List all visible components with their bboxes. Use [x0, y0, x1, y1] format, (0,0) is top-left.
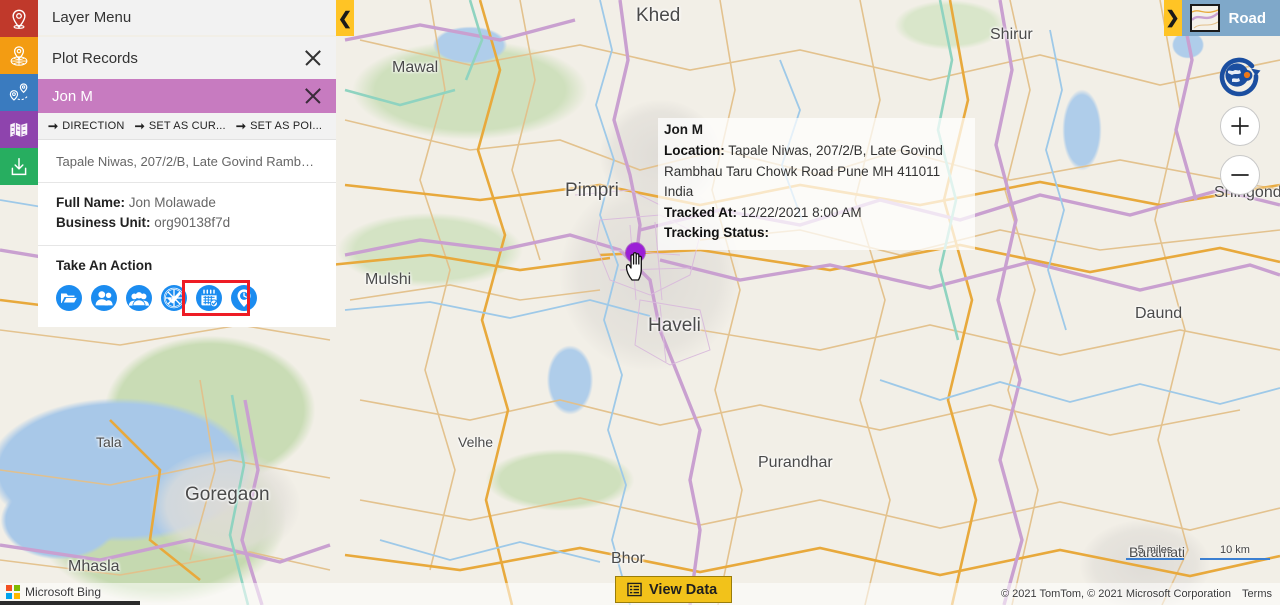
- zoom-in-button[interactable]: [1220, 106, 1260, 146]
- detail-full-name-value: Jon Molawade: [128, 195, 216, 210]
- map-label: Goregaon: [185, 484, 270, 505]
- sidebar-item-route[interactable]: [0, 74, 38, 111]
- detail-business-unit-label: Business Unit:: [56, 215, 151, 230]
- map-attribution: © 2021 TomTom, © 2021 Microsoft Corporat…: [1001, 588, 1272, 600]
- scale-line: [1200, 558, 1270, 560]
- layer-menu-label: Layer Menu: [52, 9, 132, 26]
- scale-item: 5 miles: [1126, 544, 1184, 560]
- map-style-current[interactable]: Road: [1181, 0, 1280, 36]
- direction-action-label: DIRECTION: [62, 120, 125, 132]
- close-plot-records-button[interactable]: [302, 47, 324, 69]
- sidebar-item-plot-location[interactable]: [0, 0, 38, 37]
- popup-tracked-at-label: Tracked At:: [664, 204, 738, 220]
- record-header: Jon M: [38, 79, 336, 113]
- map-label: Pimpri: [565, 180, 619, 201]
- action-icon-row: [56, 280, 318, 316]
- attribution-text: © 2021 TomTom, © 2021 Microsoft Corporat…: [1000, 588, 1231, 600]
- map-label: Khed: [636, 5, 681, 26]
- popup-row: Tracked At: 12/22/2021 8:00 AM: [664, 203, 969, 224]
- arrow-right-icon: ➞: [235, 119, 247, 133]
- bing-watermark[interactable]: Microsoft Bing: [6, 585, 101, 599]
- popup-title: Jon M: [664, 122, 703, 137]
- map-label: Mulshi: [365, 271, 412, 288]
- scale-label: 10 km: [1220, 544, 1250, 556]
- accounts-icon[interactable]: [126, 285, 152, 311]
- detail-business-unit-value: org90138f7d: [154, 215, 231, 230]
- route-pins-icon: [9, 82, 28, 101]
- map-label: Bhor: [611, 550, 645, 567]
- sidebar-item-download[interactable]: [0, 148, 38, 185]
- grid-list-icon: [627, 582, 642, 597]
- open-folder-icon[interactable]: [56, 285, 82, 311]
- popup-row: Location: Tapale Niwas, 207/2/B, Late Go…: [664, 141, 969, 203]
- map-style-switcher[interactable]: ❯ Road: [1163, 0, 1280, 36]
- map-label: Daund: [1135, 305, 1183, 322]
- arrow-right-icon: ➞: [48, 119, 59, 133]
- location-pin-icon[interactable]: [231, 285, 257, 311]
- collapse-panel-button[interactable]: ❮: [336, 0, 354, 36]
- view-data-button[interactable]: View Data: [615, 576, 733, 603]
- map-label: Purandhar: [758, 454, 833, 471]
- road-map-thumbnail-icon: [1189, 4, 1220, 32]
- schedule-calendar-icon[interactable]: [196, 285, 222, 311]
- view-data-label: View Data: [649, 581, 718, 598]
- layer-menu-header[interactable]: Layer Menu: [38, 0, 336, 35]
- terms-link[interactable]: Terms: [1242, 588, 1272, 600]
- locate-me-icon[interactable]: [1216, 52, 1262, 98]
- arrow-right-icon: ➞: [134, 119, 145, 133]
- record-address: Tapale Niwas, 207/2/B, Late Govind Ramb…: [38, 140, 336, 183]
- map-regions-icon: [10, 122, 28, 137]
- set-as-poi-action[interactable]: ➞ SET AS POI...: [236, 120, 322, 132]
- scale-item: 10 km: [1200, 544, 1270, 560]
- popup-tracking-status-label: Tracking Status:: [664, 225, 770, 240]
- plot-records-panel: Layer Menu Plot Records Jon M ➞ DIRECTIO…: [38, 0, 336, 327]
- popup-tracked-at-value: 12/22/2021 8:00 AM: [740, 204, 862, 220]
- left-icon-rail: [0, 0, 38, 185]
- opportunity-check-icon[interactable]: [161, 285, 187, 311]
- horizontal-scrollbar[interactable]: [0, 601, 140, 605]
- scale-label: 5 miles: [1137, 544, 1173, 556]
- close-record-button[interactable]: [302, 85, 324, 107]
- direction-action[interactable]: ➞ DIRECTION: [48, 120, 125, 132]
- sidebar-item-heatmap[interactable]: [0, 111, 38, 148]
- popup-location-label: Location:: [664, 143, 725, 158]
- download-icon: [11, 157, 27, 175]
- map-info-popup: Jon M Location: Tapale Niwas, 207/2/B, L…: [658, 118, 975, 250]
- set-as-current-action-label: SET AS CUR...: [148, 120, 226, 132]
- take-an-action-title: Take An Action: [56, 258, 153, 273]
- map-label: Mhasla: [68, 558, 120, 575]
- scale-line: [1126, 558, 1184, 560]
- set-as-current-action[interactable]: ➞ SET AS CUR...: [135, 120, 226, 132]
- territory-pin-icon: [10, 45, 28, 66]
- bing-watermark-label: Microsoft Bing: [25, 585, 102, 599]
- map-label: Velhe: [458, 434, 494, 450]
- plot-records-header: Plot Records: [38, 37, 336, 79]
- map-label: Mawal: [392, 59, 439, 76]
- zoom-out-button[interactable]: [1220, 155, 1260, 195]
- map-style-expand-button[interactable]: ❯: [1163, 0, 1182, 36]
- location-pin-icon: [12, 9, 26, 29]
- contacts-icon[interactable]: [91, 285, 117, 311]
- microsoft-logo-icon: [6, 585, 20, 599]
- set-as-poi-action-label: SET AS POI...: [250, 120, 323, 132]
- record-quick-actions: ➞ DIRECTION ➞ SET AS CUR... ➞ SET AS POI…: [38, 113, 336, 140]
- detail-business-unit: Business Unit: org90138f7d: [56, 213, 318, 233]
- plot-records-label: Plot Records: [52, 49, 138, 67]
- detail-full-name-label: Full Name:: [56, 195, 126, 210]
- map-label: Tala: [96, 434, 122, 450]
- map-marker-jon-m[interactable]: [626, 243, 645, 262]
- map-style-label: Road: [1228, 9, 1267, 27]
- map-scale-bar: 5 miles 10 km: [1126, 544, 1270, 560]
- take-an-action-section: Take An Action: [38, 246, 336, 327]
- record-details: Full Name: Jon Molawade Business Unit: o…: [38, 183, 336, 246]
- detail-full-name: Full Name: Jon Molawade: [56, 193, 318, 213]
- map-label: Shirur: [990, 26, 1033, 43]
- sidebar-item-territory[interactable]: [0, 37, 38, 74]
- popup-row: Tracking Status:: [664, 223, 969, 244]
- map-label: Haveli: [648, 315, 701, 336]
- record-name: Jon M: [52, 87, 93, 105]
